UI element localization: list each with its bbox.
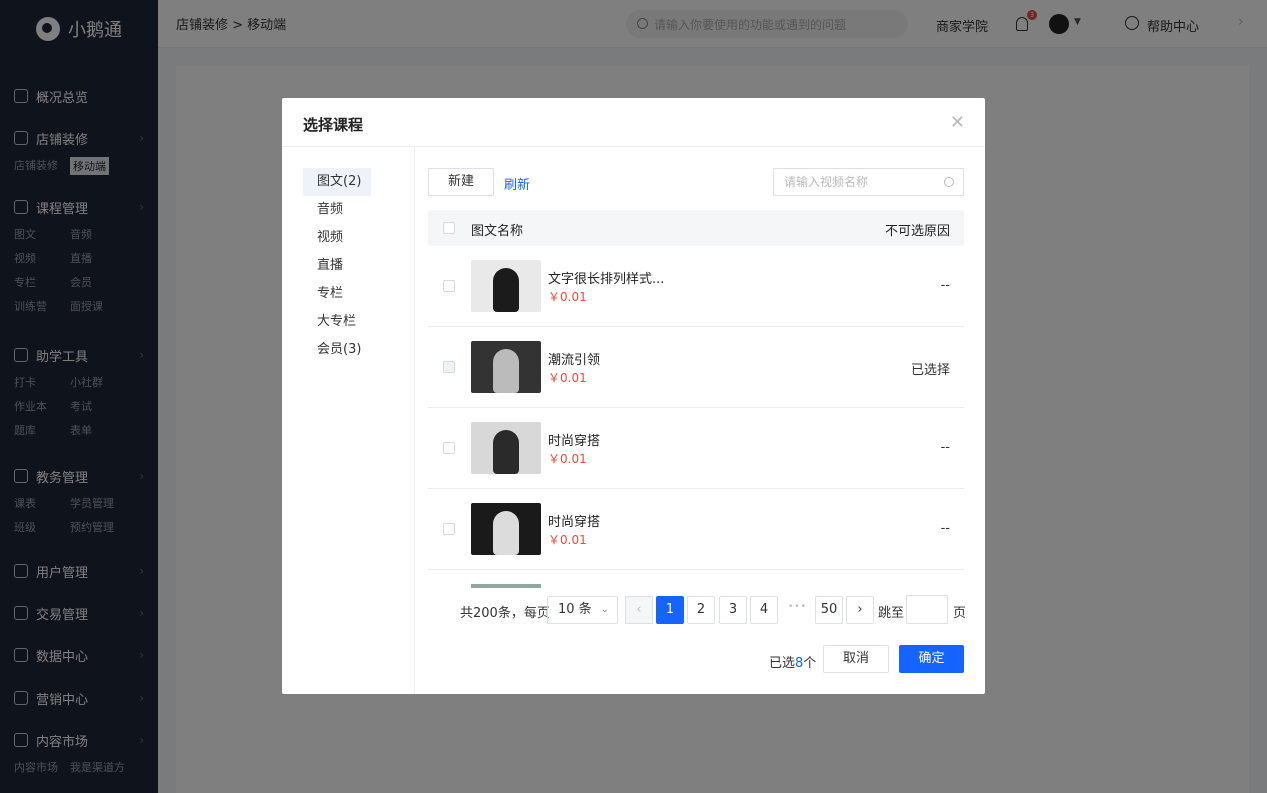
prev-page-button[interactable]: ‹ [625, 596, 653, 624]
pagination-total: 共200条，每页 [460, 606, 550, 621]
row-thumbnail [471, 260, 541, 312]
category-list: 图文(2) 音频 视频 直播 专栏 大专栏 会员(3) [282, 147, 415, 694]
page-last[interactable]: 50 [815, 596, 843, 624]
page-button[interactable]: 4 [750, 596, 778, 624]
category-item[interactable]: 大专栏 [303, 308, 371, 336]
category-item[interactable]: 图文(2) [303, 168, 371, 196]
row-thumbnail [471, 341, 541, 393]
category-item[interactable]: 视频 [303, 224, 371, 252]
page-size-select[interactable]: 10 条 ⌄ [547, 596, 618, 624]
selected-count: 已选8个 [769, 652, 816, 671]
table-row[interactable]: 潮流引领 ￥0.01 已选择 [428, 327, 964, 408]
row-price: ￥0.01 [548, 290, 587, 304]
new-button[interactable]: 新建 [428, 168, 494, 196]
thumbnail-figure [493, 511, 519, 555]
row-price: ￥0.01 [548, 452, 587, 466]
col-name: 图文名称 [471, 224, 524, 239]
refresh-link[interactable]: 刷新 [504, 174, 530, 193]
close-icon[interactable]: ✕ [950, 112, 965, 133]
row-price: ￥0.01 [548, 533, 587, 547]
video-search-input[interactable]: 请输入视频名称 [773, 168, 964, 196]
search-icon [944, 177, 954, 187]
selected-prefix: 已选 [769, 656, 796, 671]
row-reason: -- [940, 521, 950, 536]
page-size-value: 10 条 [558, 602, 592, 617]
select-all-checkbox[interactable] [443, 222, 455, 234]
next-page-button[interactable]: › [846, 596, 874, 624]
row-name: 潮流引领 [548, 353, 601, 368]
page-button[interactable]: 3 [719, 596, 747, 624]
page-button[interactable]: 1 [656, 596, 684, 624]
row-reason: -- [940, 440, 950, 455]
jump-label: 跳至 [878, 606, 905, 621]
table-row[interactable]: 时尚穿搭 ￥0.01 -- [428, 408, 964, 489]
row-reason: 已选择 [910, 363, 950, 378]
chevron-down-icon: ⌄ [600, 604, 609, 615]
jump-page-input[interactable] [906, 595, 948, 624]
row-checkbox[interactable] [443, 523, 455, 535]
thumbnail-figure [493, 268, 519, 312]
thumbnail-figure [493, 430, 519, 474]
table-row[interactable]: 文字很长排列样式... ￥0.01 -- [428, 246, 964, 327]
confirm-button[interactable]: 确定 [899, 645, 964, 673]
row-checkbox[interactable] [443, 442, 455, 454]
category-item[interactable]: 专栏 [303, 280, 371, 308]
row-price: ￥0.01 [548, 371, 587, 385]
row-checkbox [443, 361, 455, 373]
page-ellipsis[interactable]: ••• [788, 602, 807, 612]
category-item[interactable]: 直播 [303, 252, 371, 280]
page-unit: 页 [953, 606, 967, 621]
row-reason: -- [940, 278, 950, 293]
row-name: 时尚穿搭 [548, 515, 601, 530]
modal-title: 选择课程 [303, 116, 364, 134]
table-row[interactable]: 时尚穿搭 ￥0.01 -- [428, 489, 964, 570]
table-header: 图文名称 不可选原因 [428, 210, 964, 246]
row-thumbnail [471, 503, 541, 555]
row-thumbnail [471, 422, 541, 474]
category-item[interactable]: 会员(3) [303, 336, 371, 364]
cancel-button[interactable]: 取消 [823, 645, 889, 673]
page-button[interactable]: 2 [687, 596, 715, 624]
row-name: 文字很长排列样式... [548, 272, 665, 287]
video-search-placeholder: 请输入视频名称 [784, 175, 869, 189]
select-course-modal: 选择课程 ✕ 图文(2) 音频 视频 直播 专栏 大专栏 会员(3) 新建 刷新 请输入视频… [282, 98, 985, 694]
partial-row-thumb [471, 584, 541, 588]
category-item[interactable]: 音频 [303, 196, 371, 224]
row-checkbox[interactable] [443, 280, 455, 292]
selected-suffix: 个 [803, 656, 817, 671]
row-name: 时尚穿搭 [548, 434, 601, 449]
col-reason: 不可选原因 [884, 224, 950, 239]
thumbnail-figure [493, 349, 519, 393]
